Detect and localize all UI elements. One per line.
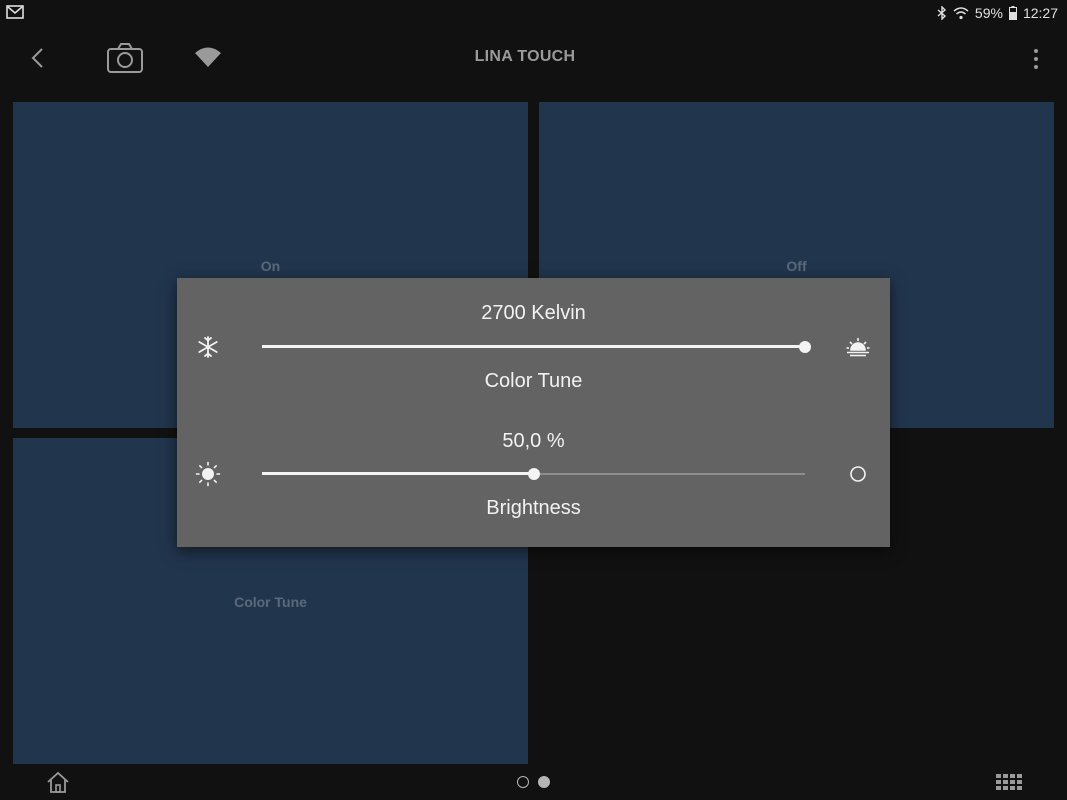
sunset-icon[interactable] <box>845 334 871 360</box>
color-tune-value: 2700 Kelvin <box>481 302 586 324</box>
bluetooth-icon <box>937 6 946 20</box>
light-control-dialog: 2700 Kelvin Color Tune 50,0 % Brightness <box>177 278 890 547</box>
overflow-menu-icon[interactable] <box>1026 48 1046 70</box>
grid-icon[interactable] <box>996 774 1022 790</box>
status-bar: 59% 12:27 <box>0 0 1067 26</box>
color-tune-slider-thumb[interactable] <box>799 341 811 353</box>
snowflake-icon[interactable] <box>195 334 221 360</box>
brightness-slider[interactable] <box>262 464 805 484</box>
battery-icon <box>1008 6 1017 20</box>
color-tune-slider-fill <box>262 345 805 348</box>
color-tune-slider[interactable] <box>262 337 811 357</box>
page-dot-2[interactable] <box>538 776 550 788</box>
brightness-caption: Brightness <box>486 497 581 519</box>
page-title: LINA TOUCH <box>474 48 576 65</box>
wifi-status-icon <box>953 7 969 20</box>
brightness-value: 50,0 % <box>502 430 565 452</box>
circle-dim-icon[interactable] <box>845 461 871 487</box>
sun-bright-icon[interactable] <box>195 461 221 487</box>
page-dot-1[interactable] <box>517 776 529 788</box>
home-icon[interactable] <box>46 770 70 794</box>
page-indicator <box>517 776 550 788</box>
tile-off-label: Off <box>786 258 807 274</box>
tile-color-tune-label: Color Tune <box>234 594 307 610</box>
tile-on-label: On <box>260 258 281 274</box>
brightness-slider-fill <box>262 472 534 475</box>
app-bar: LINA TOUCH <box>0 26 1067 94</box>
bottom-bar <box>0 766 1067 800</box>
color-tune-caption: Color Tune <box>484 370 583 392</box>
gmail-icon <box>6 5 24 19</box>
status-time: 12:27 <box>1022 5 1058 21</box>
brightness-slider-thumb[interactable] <box>527 468 540 480</box>
battery-percent: 59% <box>974 5 1003 21</box>
